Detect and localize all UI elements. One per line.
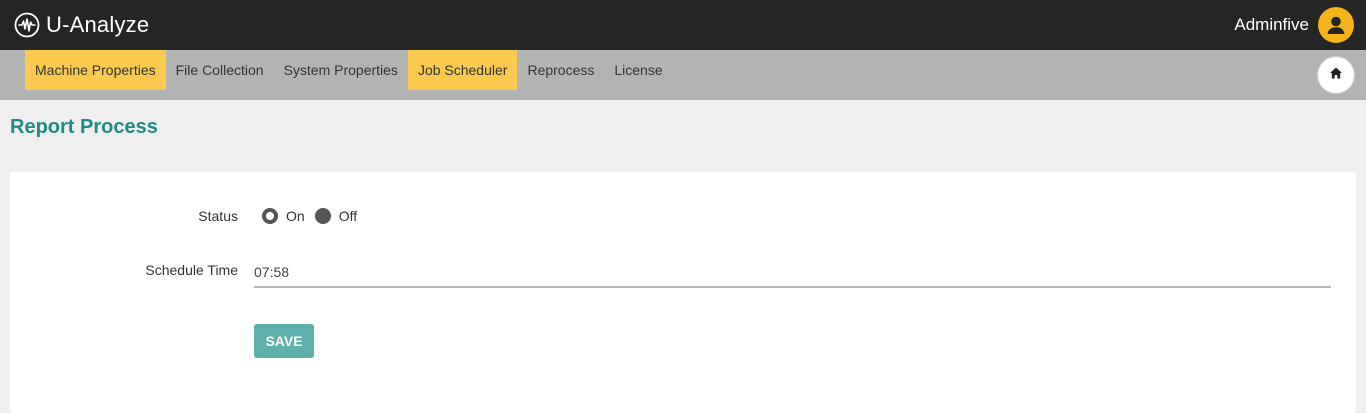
status-on-radio[interactable] — [262, 208, 278, 224]
status-radio-group: On Off — [262, 206, 367, 226]
schedule-time-label: Schedule Time — [145, 262, 238, 278]
home-icon — [1329, 66, 1343, 85]
user-avatar-icon[interactable] — [1318, 7, 1354, 43]
main-nav: Machine Properties File Collection Syste… — [0, 50, 1366, 100]
schedule-time-input[interactable] — [254, 258, 1331, 288]
user-name: Adminfive — [1234, 15, 1309, 34]
save-button[interactable]: SAVE — [254, 324, 314, 358]
tab-license[interactable]: License — [604, 50, 672, 90]
report-process-form: Status On Off Schedule Time SAVE — [10, 172, 1356, 413]
waveform-logo-icon — [14, 12, 40, 38]
tab-reprocess[interactable]: Reprocess — [517, 50, 604, 90]
status-off-label[interactable]: Off — [339, 208, 357, 224]
top-bar: U-Analyze Adminfive — [0, 0, 1366, 50]
user-menu[interactable]: Adminfive — [1234, 7, 1354, 43]
tab-system-properties[interactable]: System Properties — [274, 50, 408, 90]
status-on-label[interactable]: On — [286, 208, 305, 224]
tab-job-scheduler[interactable]: Job Scheduler — [407, 50, 518, 90]
tab-machine-properties[interactable]: Machine Properties — [25, 50, 166, 90]
home-button[interactable] — [1317, 56, 1355, 94]
page-title: Report Process — [10, 116, 158, 138]
app-name: U-Analyze — [46, 12, 150, 37]
nav-tabs: Machine Properties File Collection Syste… — [25, 50, 673, 90]
status-off-radio[interactable] — [314, 208, 331, 224]
brand[interactable]: U-Analyze — [14, 10, 149, 40]
status-label: Status — [198, 208, 238, 224]
tab-file-collection[interactable]: File Collection — [166, 50, 274, 90]
